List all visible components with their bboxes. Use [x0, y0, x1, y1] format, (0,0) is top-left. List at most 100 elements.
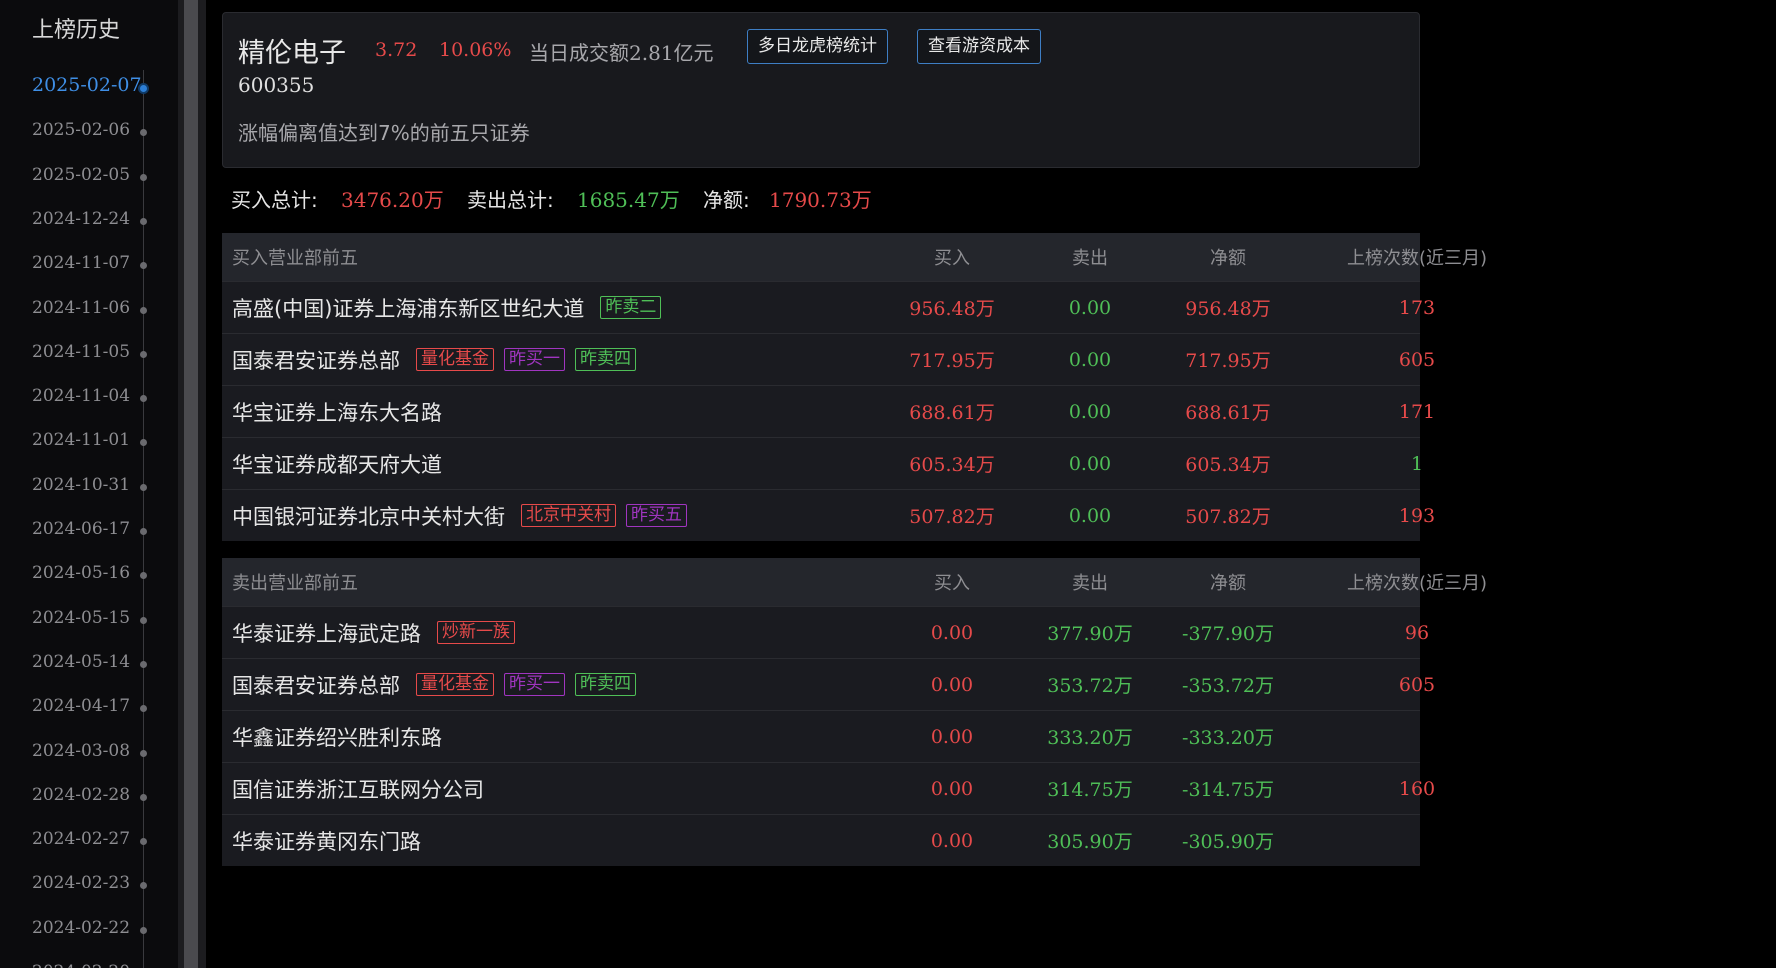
- table-row[interactable]: 国泰君安证券总部 量化基金 昨买一 昨卖四 717.95万 0.00 717.95万 605: [222, 333, 1435, 385]
- branch-name[interactable]: 华鑫证券绍兴胜利东路: [232, 722, 442, 752]
- view-cost-button[interactable]: 查看游资成本: [917, 29, 1041, 64]
- table-row[interactable]: 华泰证券上海武定路 炒新一族 0.00 377.90万 -377.90万 96: [222, 606, 1429, 658]
- timeline-dot: [140, 616, 147, 624]
- history-date-item[interactable]: 2025-02-06: [0, 116, 160, 146]
- timeline-dot: [140, 262, 147, 270]
- history-date-label: 2024-11-06: [32, 297, 131, 318]
- timeline-dot: [140, 173, 147, 181]
- branch-name[interactable]: 华宝证券上海东大名路: [232, 397, 442, 427]
- net-total-value: 1790.73万: [769, 188, 872, 212]
- branch-name-cell: 华鑫证券绍兴胜利东路: [232, 711, 442, 762]
- history-date-item[interactable]: 2025-02-05: [0, 161, 160, 191]
- history-date-item[interactable]: 2024-06-17: [0, 515, 160, 545]
- branch-tag: 昨买一: [504, 673, 565, 696]
- listing-count: 193: [1398, 504, 1436, 527]
- history-sidebar: 上榜历史 2025-02-07 2025-02-06 2025-02-05 2024-…: [0, 0, 178, 968]
- history-date-label: 2024-02-23: [32, 873, 131, 894]
- history-date-item[interactable]: 2024-11-07: [0, 249, 160, 279]
- timeline-dot: [140, 85, 147, 92]
- history-date-item[interactable]: 2024-11-01: [0, 426, 160, 456]
- listing-count: 605: [1398, 673, 1436, 696]
- history-date-item[interactable]: 2024-05-15: [0, 604, 160, 634]
- branch-tag: 炒新一族: [437, 621, 515, 644]
- history-date-label: 2025-02-06: [32, 120, 131, 141]
- branch-name-cell: 国信证券浙江互联网分公司: [232, 763, 484, 814]
- stock-header-card: 精伦电子 3.72 10.06% 当日成交额2.81亿元 多日龙虎榜统计 查看游…: [222, 12, 1420, 168]
- history-date-label: 2024-02-20: [32, 962, 130, 968]
- timeline-dot: [140, 882, 147, 890]
- branch-name[interactable]: 华宝证券成都天府大道: [232, 449, 442, 479]
- history-date-label: 2024-02-27: [32, 829, 131, 850]
- branch-name[interactable]: 华泰证券上海武定路: [232, 618, 421, 648]
- table-row[interactable]: 中国银河证券北京中关村大街 北京中关村 昨买五 507.82万 0.00 507.82万 1…: [222, 489, 1435, 541]
- history-date-item[interactable]: 2024-03-08: [0, 737, 160, 767]
- history-date-label: 2024-11-04: [32, 386, 131, 407]
- branch-tag: 量化基金: [416, 348, 494, 371]
- history-date-item[interactable]: 2024-02-27: [0, 825, 160, 855]
- history-date-label: 2024-03-08: [32, 740, 131, 761]
- history-date-label: 2024-10-31: [32, 474, 131, 495]
- history-date-item[interactable]: 2024-02-23: [0, 869, 160, 899]
- scrollbar-thumb[interactable]: [184, 0, 198, 968]
- history-date-label: 2024-02-22: [32, 917, 131, 938]
- history-date-label: 2024-11-07: [32, 253, 131, 274]
- history-date-item[interactable]: 2024-10-31: [0, 471, 160, 501]
- history-date-label: 2025-02-07: [32, 74, 142, 96]
- branch-tag: 昨卖四: [575, 348, 636, 371]
- timeline-dot: [140, 483, 147, 491]
- multi-day-stats-button[interactable]: 多日龙虎榜统计: [747, 29, 888, 64]
- header-count: 上榜次数(近三月): [1346, 248, 1488, 269]
- buy-branch-table: 买入营业部前五 买入 卖出 净额 上榜次数(近三月) 高盛(中国)证券上海浦东新区世纪大道…: [222, 233, 1487, 541]
- history-date-label: 2024-06-17: [32, 519, 131, 539]
- history-date-item[interactable]: 2024-02-28: [0, 781, 160, 811]
- history-date-item[interactable]: 2024-11-04: [0, 382, 160, 412]
- branch-name-cell: 华宝证券上海东大名路: [232, 386, 442, 437]
- buy-total-label: 买入总计:: [231, 188, 318, 212]
- timeline-dot: [140, 217, 147, 225]
- sell-branch-table: 卖出营业部前五 买入 卖出 净额 上榜次数(近三月) 华泰证券上海武定路 炒新一族 0.00 3…: [222, 558, 1487, 866]
- branch-name-cell: 华宝证券成都天府大道: [232, 438, 442, 489]
- stock-change-pct: 10.06%: [439, 39, 512, 61]
- table-row[interactable]: 华宝证券上海东大名路 688.61万 0.00 688.61万 171: [222, 385, 1435, 437]
- history-date-item[interactable]: 2024-05-14: [0, 648, 160, 678]
- table-row[interactable]: 华泰证券黄冈东门路 0.00 305.90万 -305.90万: [222, 814, 1420, 866]
- branch-name[interactable]: 高盛(中国)证券上海浦东新区世纪大道: [232, 293, 584, 323]
- history-date-item[interactable]: 2024-12-24: [0, 205, 160, 235]
- timeline-dot: [140, 793, 147, 801]
- sell-total-label: 卖出总计:: [467, 188, 554, 212]
- timeline-dot: [140, 528, 147, 535]
- branch-name[interactable]: 国泰君安证券总部: [232, 670, 400, 700]
- table-row[interactable]: 国信证券浙江互联网分公司 0.00 314.75万 -314.75万 160: [222, 762, 1435, 814]
- listing-reason: 涨幅偏离值达到7%的前五只证券: [238, 121, 530, 145]
- branch-tag: 昨买一: [504, 348, 565, 371]
- history-date-item[interactable]: 2025-02-07: [0, 72, 160, 102]
- table-row[interactable]: 华宝证券成都天府大道 605.34万 0.00 605.34万 1: [222, 437, 1423, 489]
- history-date-item[interactable]: 2024-05-16: [0, 559, 160, 589]
- table-header: 买入营业部前五 买入 卖出 净额 上榜次数(近三月): [222, 233, 1487, 281]
- history-date-item[interactable]: 2024-11-05: [0, 338, 160, 368]
- history-date-item[interactable]: 2024-11-06: [0, 294, 160, 324]
- table-row[interactable]: 国泰君安证券总部 量化基金 昨买一 昨卖四 0.00 353.72万 -353.72万 605: [222, 658, 1435, 710]
- branch-name[interactable]: 国信证券浙江互联网分公司: [232, 774, 484, 804]
- stock-name: 精伦电子: [238, 38, 346, 69]
- branch-name[interactable]: 国泰君安证券总部: [232, 345, 400, 375]
- history-date-label: 2025-02-05: [32, 164, 131, 185]
- listing-count: [1287, 815, 1547, 866]
- timeline-dot: [140, 350, 147, 358]
- history-date-item[interactable]: 2024-04-17: [0, 692, 160, 722]
- table-row[interactable]: 高盛(中国)证券上海浦东新区世纪大道 昨卖二 956.48万 0.00 956.48万 1…: [222, 281, 1435, 333]
- branch-name[interactable]: 中国银河证券北京中关村大街: [232, 501, 505, 531]
- table-row[interactable]: 华鑫证券绍兴胜利东路 0.00 333.20万 -333.20万: [222, 710, 1420, 762]
- history-date-label: 2024-05-14: [32, 651, 131, 672]
- listing-count: [1287, 711, 1547, 762]
- history-date-item[interactable]: 2024-02-22: [0, 914, 160, 944]
- listing-count: 96: [1404, 621, 1430, 644]
- branch-name-cell: 华泰证券黄冈东门路: [232, 815, 421, 866]
- buy-total-value: 3476.20万: [341, 188, 444, 212]
- timeline-dot: [140, 749, 147, 757]
- branch-tag: 昨买五: [626, 504, 687, 527]
- history-date-label: 2024-04-17: [32, 696, 131, 717]
- history-date-item[interactable]: 2024-02-20: [0, 958, 160, 968]
- timeline-dot: [140, 129, 147, 137]
- branch-name[interactable]: 华泰证券黄冈东门路: [232, 826, 421, 856]
